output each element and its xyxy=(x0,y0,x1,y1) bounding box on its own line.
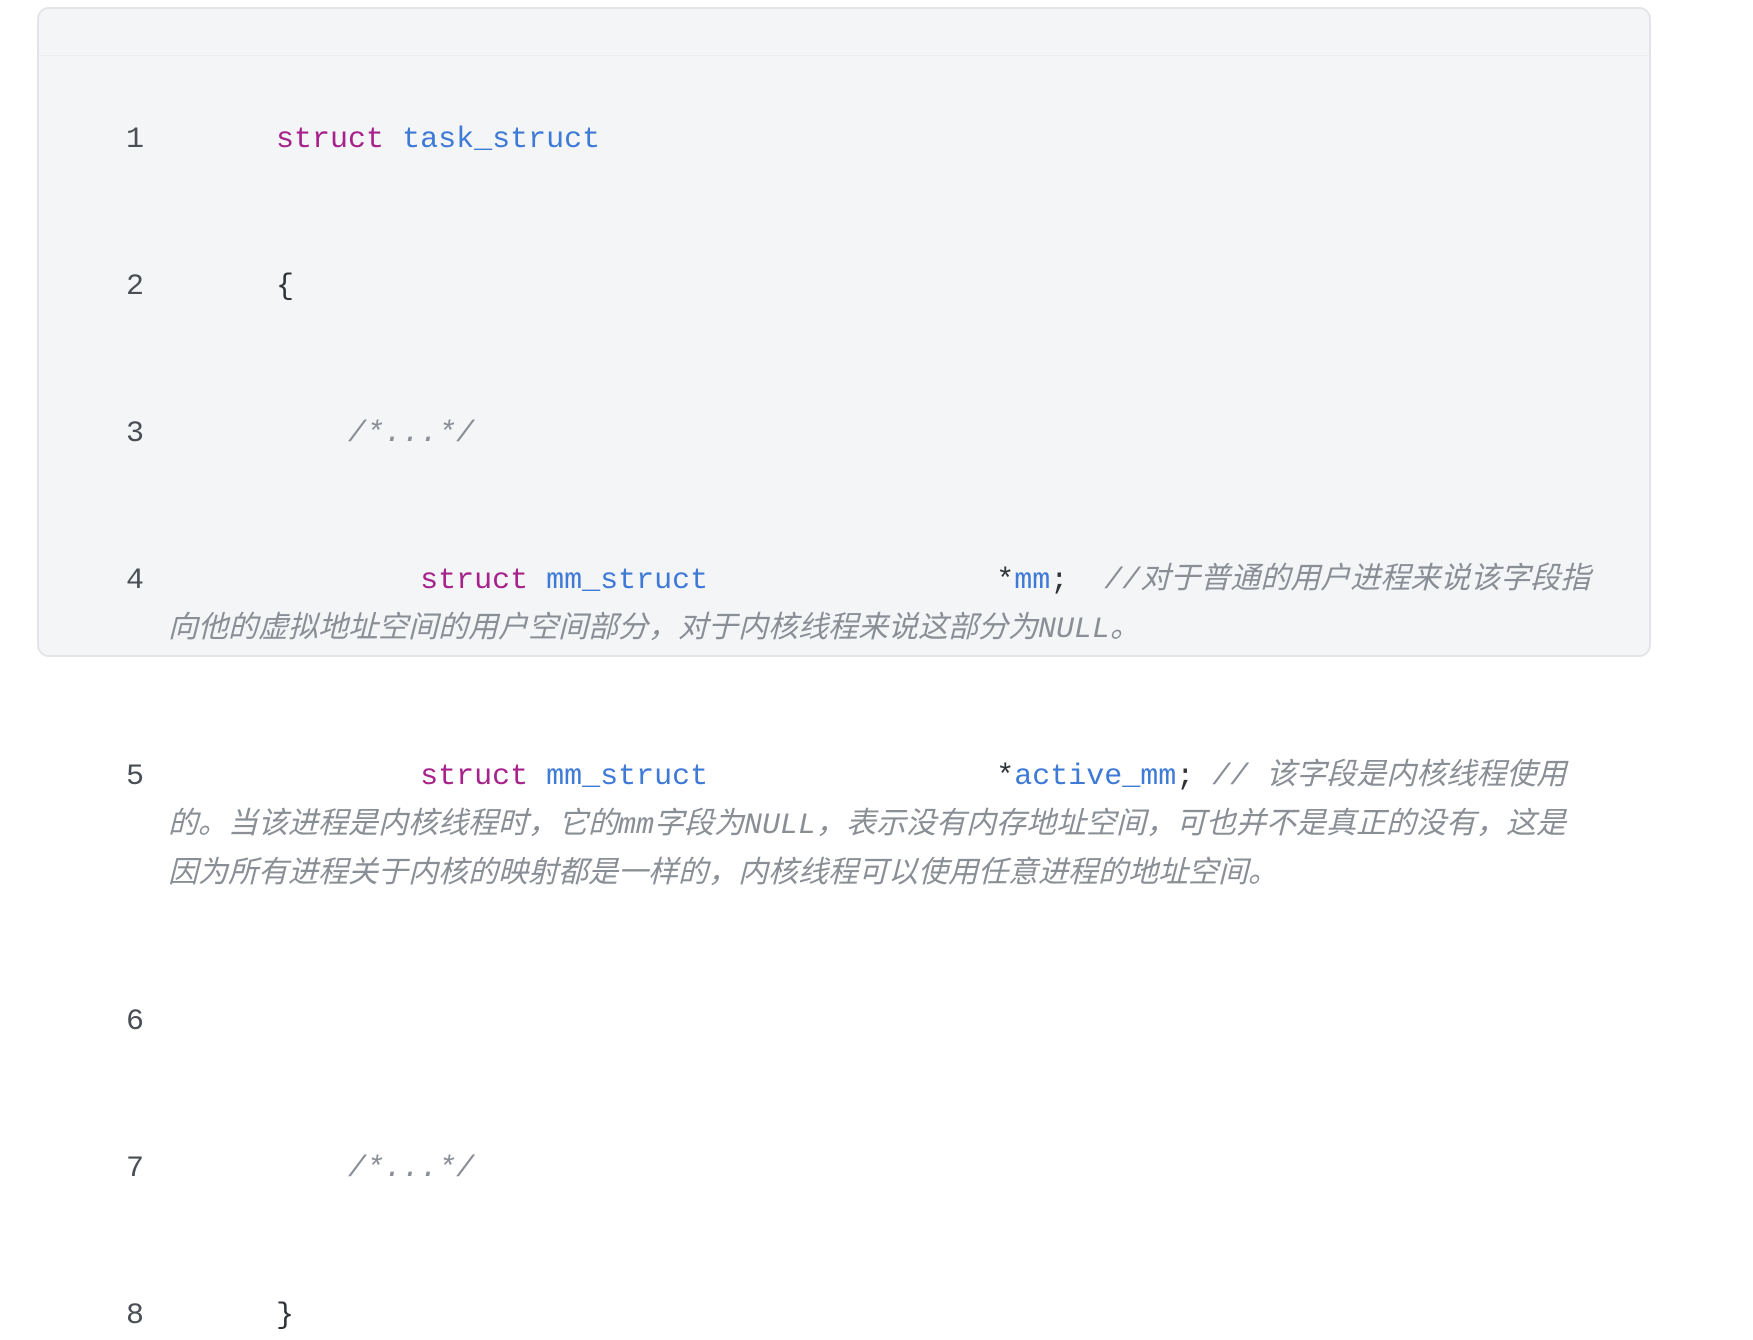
code-line-4: 4 struct mm_struct *mm; //对于普通的用户进程来说该字段… xyxy=(39,508,1649,704)
code-block-header xyxy=(39,55,1649,56)
code-block: 1 struct task_struct 2{ 3 /*...*/ 4 struc… xyxy=(37,7,1651,1333)
keyword-struct: struct xyxy=(420,564,529,598)
code-body: 1 struct task_struct 2{ 3 /*...*/ 4 struc… xyxy=(39,67,1649,1340)
semicolon: ; xyxy=(1050,564,1069,598)
line-number: 7 xyxy=(125,1152,144,1186)
empty-line xyxy=(276,1005,294,1039)
line-number: 5 xyxy=(125,760,144,794)
close-brace: } xyxy=(276,1299,295,1333)
code-line-5: 5 struct mm_struct *active_mm; // 该字段是内核… xyxy=(39,704,1649,949)
code-line-8: 8} xyxy=(39,1243,1649,1340)
line-number: 4 xyxy=(125,564,144,598)
code-line-1: 1 struct task_struct xyxy=(39,67,1649,214)
struct-name: task_struct xyxy=(402,123,601,157)
block-comment: /*...*/ xyxy=(348,417,475,451)
line-number: 1 xyxy=(125,123,144,157)
field-name: active_mm xyxy=(1014,760,1177,794)
line-number: 6 xyxy=(125,1005,144,1039)
keyword-struct: struct xyxy=(276,123,385,157)
type-name: mm_struct xyxy=(546,760,709,794)
alignment-gap xyxy=(708,564,996,598)
line-number: 3 xyxy=(125,417,144,451)
line-number: 2 xyxy=(125,270,144,304)
field-name: mm xyxy=(1014,564,1051,598)
keyword-struct: struct xyxy=(420,760,529,794)
alignment-gap xyxy=(708,760,996,794)
block-comment: /*...*/ xyxy=(348,1152,475,1186)
code-line-7: 7 /*...*/ xyxy=(39,1096,1649,1243)
code-line-2: 2{ xyxy=(39,214,1649,361)
semicolon: ; xyxy=(1176,760,1195,794)
type-name: mm_struct xyxy=(546,564,709,598)
line-number: 8 xyxy=(125,1299,144,1333)
pointer-star: * xyxy=(996,760,1015,794)
pointer-star: * xyxy=(996,564,1015,598)
code-line-6: 6 xyxy=(39,949,1649,1096)
open-brace: { xyxy=(276,270,295,304)
code-line-3: 3 /*...*/ xyxy=(39,361,1649,508)
